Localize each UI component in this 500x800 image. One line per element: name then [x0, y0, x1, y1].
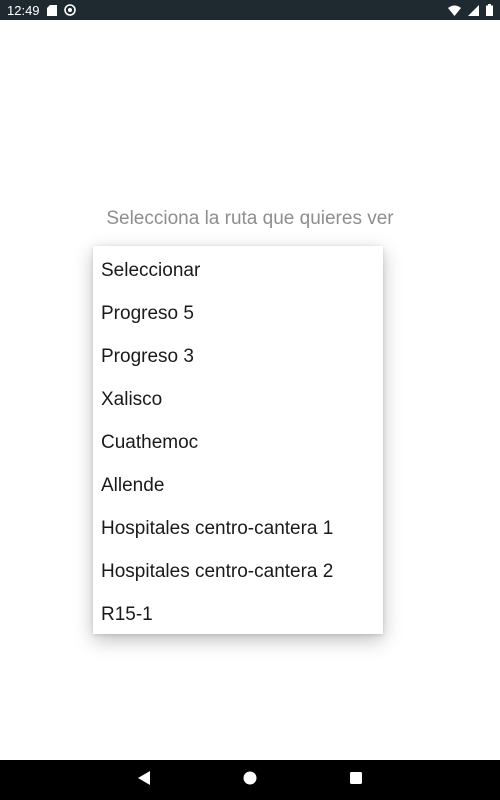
back-button[interactable] — [124, 760, 164, 800]
recents-icon — [350, 771, 362, 789]
wifi-icon — [448, 5, 461, 16]
battery-icon — [486, 4, 493, 16]
route-option-progreso-5[interactable]: Progreso 5 — [93, 292, 383, 335]
route-option-cuathemoc[interactable]: Cuathemoc — [93, 421, 383, 464]
route-option-xalisco[interactable]: Xalisco — [93, 378, 383, 421]
status-left: 12:49 — [7, 3, 76, 18]
recents-button[interactable] — [336, 760, 376, 800]
status-bar: 12:49 — [0, 0, 500, 20]
navigation-bar — [0, 760, 500, 800]
route-option-r15-1[interactable]: R15-1 — [93, 593, 383, 636]
route-option-hospitales-2[interactable]: Hospitales centro-cantera 2 — [93, 550, 383, 593]
route-option-allende[interactable]: Allende — [93, 464, 383, 507]
back-icon — [137, 770, 151, 791]
route-option-seleccionar[interactable]: Seleccionar — [93, 249, 383, 292]
sync-icon — [63, 4, 76, 16]
signal-icon — [468, 4, 479, 16]
route-prompt-label: Selecciona la ruta que quieres ver — [106, 208, 394, 229]
route-option-progreso-3[interactable]: Progreso 3 — [93, 335, 383, 378]
home-button[interactable] — [230, 760, 270, 800]
status-right — [448, 4, 493, 16]
route-option-hospitales-1[interactable]: Hospitales centro-cantera 1 — [93, 507, 383, 550]
route-dropdown-menu: Seleccionar Progreso 5 Progreso 3 Xalisc… — [93, 246, 383, 634]
home-icon — [243, 771, 257, 790]
status-time: 12:49 — [7, 2, 40, 18]
sd-card-icon — [46, 4, 57, 16]
